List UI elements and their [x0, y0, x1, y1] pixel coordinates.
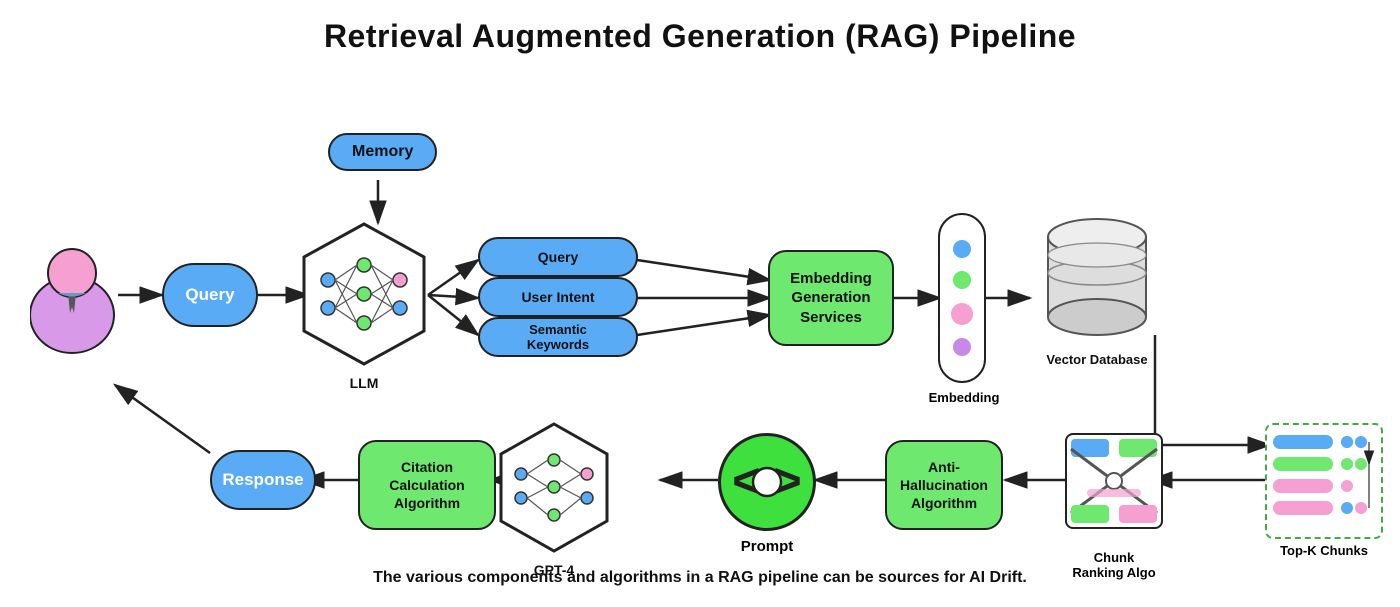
- arrows-overlay: [0, 65, 1400, 595]
- gpt4-hex: GPT-4: [495, 420, 613, 578]
- user-person: [30, 235, 115, 355]
- prompt-node: < >: [718, 433, 816, 531]
- vector-db-node: Vector Database: [1038, 205, 1156, 367]
- emb-dot-2: [953, 271, 971, 289]
- topk-label: Top-K Chunks: [1262, 543, 1386, 558]
- prompt-label: Prompt: [714, 538, 820, 555]
- emb-dot-3: [951, 303, 973, 325]
- llm-hex: LLM: [298, 220, 430, 391]
- chunk-ranking-node: [1065, 433, 1163, 529]
- embedding-services-node: Embedding Generation Services: [768, 250, 894, 346]
- semantic-keywords-box: Semantic Keywords: [478, 317, 638, 357]
- memory-node: Memory: [328, 133, 437, 171]
- query-node: Query: [162, 263, 258, 327]
- emb-dot-1: [953, 240, 971, 258]
- embedding-bar: [938, 213, 986, 383]
- embedding-label: Embedding: [924, 390, 1004, 405]
- main-title: Retrieval Augmented Generation (RAG) Pip…: [0, 0, 1400, 55]
- topk-box: [1265, 423, 1383, 539]
- citation-node: Citation Calculation Algorithm: [358, 440, 496, 530]
- response-node: Response: [210, 450, 316, 510]
- user-intent-box: User Intent: [478, 277, 638, 317]
- caption: The various components and algorithms in…: [0, 569, 1400, 587]
- anti-hallucination-node: Anti- Hallucination Algorithm: [885, 440, 1003, 530]
- query-box: Query: [478, 237, 638, 277]
- emb-dot-4: [953, 338, 971, 356]
